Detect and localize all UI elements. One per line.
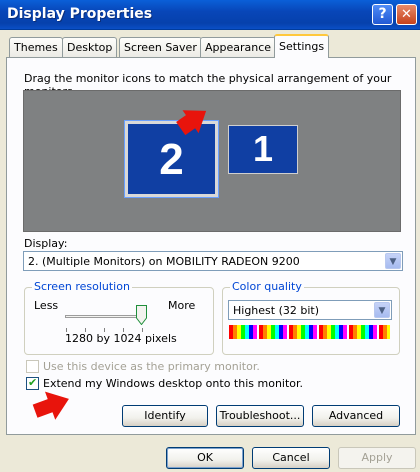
- cancel-button[interactable]: Cancel: [252, 447, 330, 469]
- primary-monitor-label: Use this device as the primary monitor.: [43, 360, 260, 373]
- color-quality-select[interactable]: Highest (32 bit) ▼: [228, 300, 392, 320]
- color-quality-group: Color quality Highest (32 bit) ▼: [222, 280, 400, 355]
- window-title: Display Properties: [7, 6, 153, 22]
- tab-desktop[interactable]: Desktop: [62, 37, 118, 57]
- identify-button[interactable]: Identify: [122, 405, 208, 427]
- display-select[interactable]: 2. (Multiple Monitors) on MOBILITY RADEO…: [23, 251, 403, 271]
- tab-themes[interactable]: Themes: [9, 37, 63, 57]
- monitor-1-icon[interactable]: 1: [228, 125, 298, 174]
- color-spectrum-bar: [229, 325, 390, 339]
- tab-settings[interactable]: Settings: [274, 34, 330, 58]
- tab-screen-saver[interactable]: Screen Saver: [119, 37, 202, 57]
- extend-desktop-checkbox[interactable]: [26, 376, 39, 390]
- close-button[interactable]: ✕: [396, 4, 417, 25]
- more-label: More: [168, 299, 196, 312]
- red-arrow-icon: [176, 110, 207, 136]
- tab-appearance[interactable]: Appearance: [200, 37, 277, 57]
- primary-monitor-checkbox[interactable]: [26, 360, 39, 373]
- chevron-down-icon: ▼: [385, 253, 401, 269]
- troubleshoot-button[interactable]: Troubleshoot...: [216, 405, 304, 427]
- color-quality-title: Color quality: [230, 280, 304, 293]
- resolution-slider-thumb[interactable]: [136, 305, 147, 325]
- resolution-slider-track[interactable]: [65, 315, 142, 318]
- color-quality-value: Highest (32 bit): [233, 304, 320, 317]
- resolution-value: 1280 by 1024 pixels: [65, 332, 177, 345]
- extend-desktop-label: Extend my Windows desktop onto this moni…: [43, 377, 304, 390]
- chevron-down-icon: ▼: [374, 302, 390, 318]
- screen-resolution-group: Screen resolution Less More 1280 by 1024…: [24, 280, 214, 355]
- close-icon: ✕: [401, 7, 412, 22]
- apply-button[interactable]: Apply: [338, 447, 416, 469]
- display-label: Display:: [24, 237, 68, 250]
- advanced-button[interactable]: Advanced: [312, 405, 400, 427]
- red-arrow-icon: [32, 391, 69, 420]
- title-bar: Display Properties ? ✕: [0, 0, 420, 30]
- monitor-arrangement: 2 1: [23, 90, 401, 232]
- ok-button[interactable]: OK: [166, 447, 244, 469]
- less-label: Less: [34, 299, 59, 312]
- display-select-value: 2. (Multiple Monitors) on MOBILITY RADEO…: [28, 255, 300, 268]
- help-icon: ?: [378, 6, 387, 22]
- help-button[interactable]: ?: [372, 4, 393, 25]
- screen-resolution-title: Screen resolution: [32, 280, 132, 293]
